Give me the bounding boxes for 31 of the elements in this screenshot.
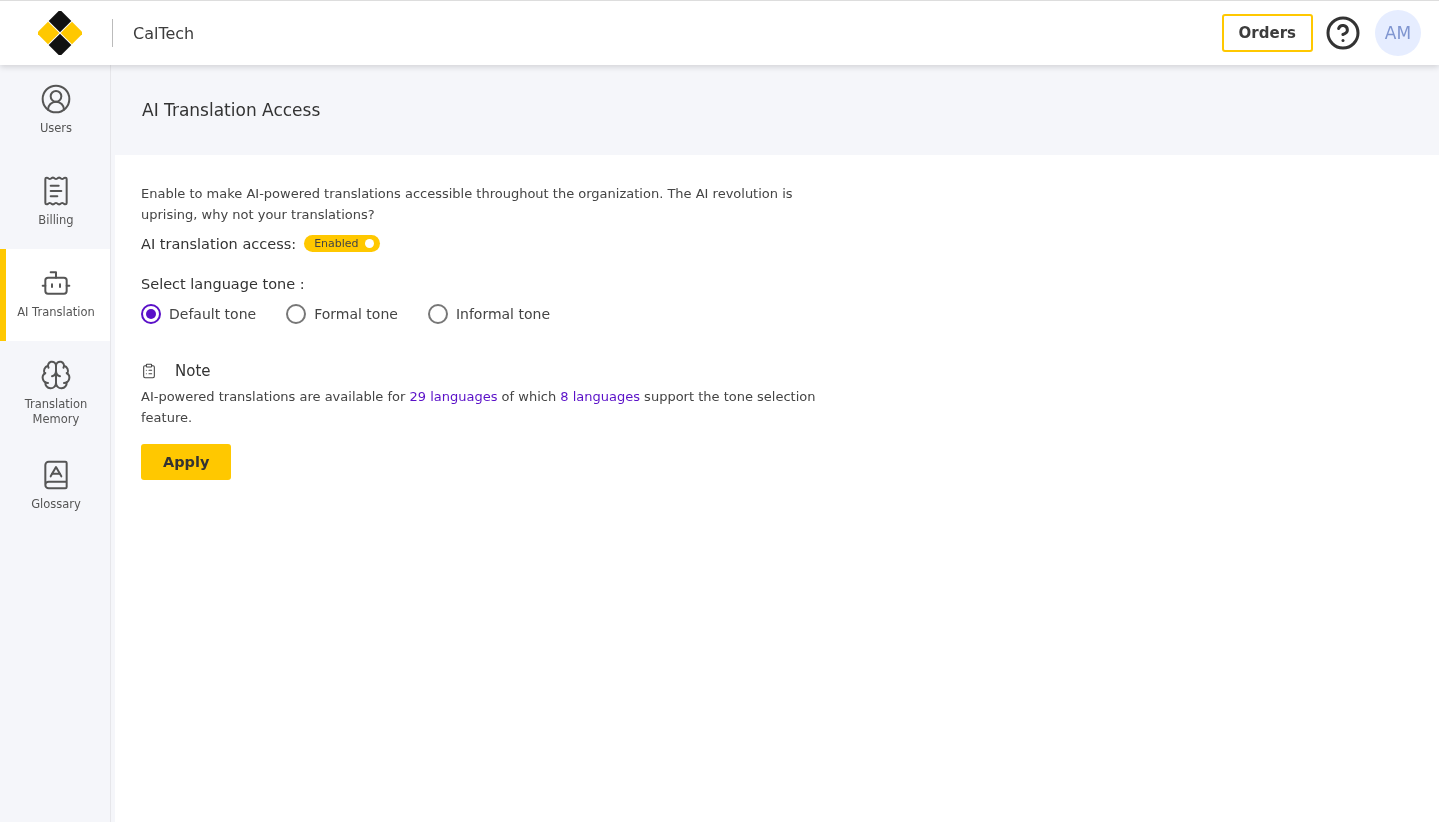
sidebar-item[interactable]: Translation Memory [0, 341, 110, 441]
sidebar-item[interactable]: Glossary [0, 441, 110, 533]
sidebar-item[interactable]: Users [0, 65, 110, 157]
logo-icon [38, 11, 82, 55]
tone-radio-option[interactable]: Formal tone [286, 304, 398, 324]
tone-radio-option[interactable]: Default tone [141, 304, 257, 324]
tone-radio-option[interactable]: Informal tone [427, 304, 550, 324]
help-icon[interactable] [1325, 15, 1361, 51]
page-title: AI Translation Access [142, 100, 321, 120]
brand-name: CalTech [133, 23, 195, 43]
radio-label: Formal tone [314, 306, 398, 322]
radio-button[interactable] [286, 304, 307, 324]
sidebar-item[interactable]: AI Translation [0, 249, 110, 341]
user-circle-icon [40, 83, 72, 115]
languages-link[interactable]: 29 languages [409, 389, 498, 404]
apply-button[interactable]: Apply [141, 444, 232, 480]
orders-button[interactable]: Orders [1221, 14, 1313, 52]
clipboard-icon [141, 363, 157, 379]
note-title: Note [175, 362, 211, 380]
access-toggle[interactable]: Enabled [304, 235, 380, 252]
radio-button[interactable] [427, 304, 448, 324]
radio-label: Informal tone [455, 306, 550, 322]
access-label: AI translation access: [141, 235, 297, 252]
tone-label: Select language tone : [141, 276, 306, 292]
brain-icon [40, 359, 72, 391]
sidebar-item[interactable]: Billing [0, 157, 110, 249]
note-text: AI-powered translations are available for 29 languages of which 8 languages support the tone selection feature. [141, 388, 817, 427]
radio-label: Default tone [169, 306, 257, 322]
description-text: Enable to make AI-powered translations accessible throughout the organization. The AI revolution is uprising, why not your translations? [141, 185, 794, 224]
languages-link[interactable]: 8 languages [560, 389, 640, 404]
radio-button[interactable] [141, 304, 161, 324]
